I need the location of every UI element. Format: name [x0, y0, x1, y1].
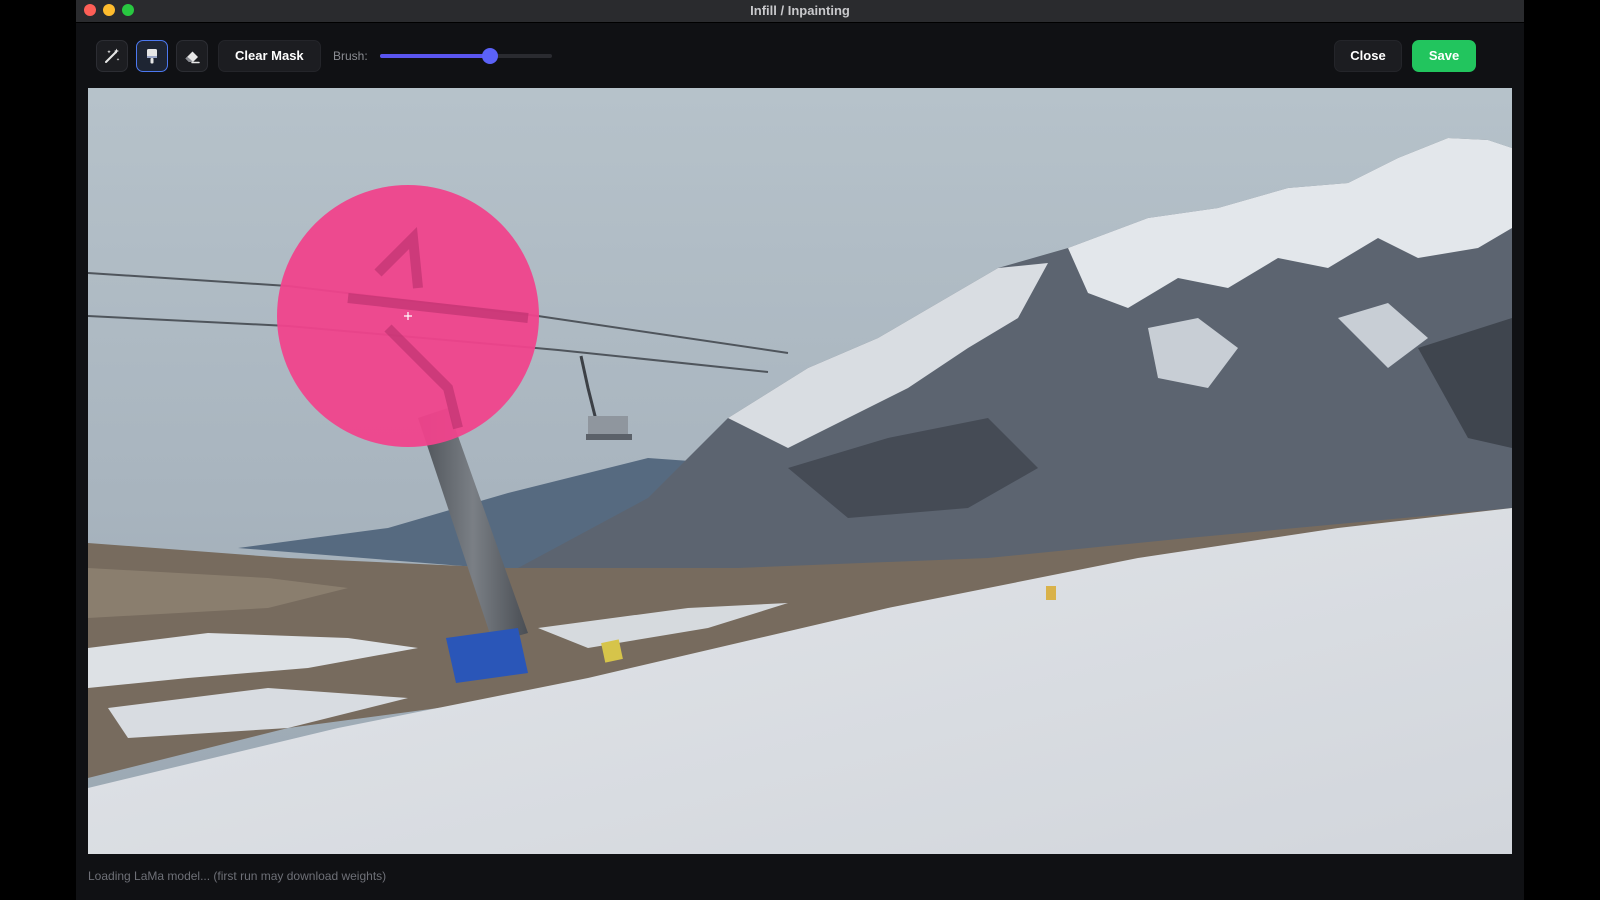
toolbar: Clear Mask Brush: Close Save	[88, 38, 1512, 78]
window-title: Infill / Inpainting	[750, 3, 850, 18]
close-button[interactable]: Close	[1334, 40, 1402, 72]
magic-wand-icon	[105, 48, 120, 63]
eraser-icon	[185, 51, 200, 64]
brush-tool-button[interactable]	[136, 40, 168, 72]
magic-wand-tool-button[interactable]	[96, 40, 128, 72]
slider-thumb[interactable]	[482, 48, 499, 64]
status-text: Loading LaMa model... (first run may dow…	[88, 869, 387, 883]
eraser-tool-button[interactable]	[176, 40, 208, 72]
clear-mask-button[interactable]: Clear Mask	[218, 40, 321, 72]
image-canvas[interactable]	[88, 88, 1512, 854]
brush-size-slider[interactable]	[380, 48, 552, 64]
slider-fill	[380, 54, 491, 58]
ski-slope-photo	[88, 88, 1512, 854]
title-bar: Infill / Inpainting	[76, 0, 1524, 23]
brush-icon	[147, 49, 157, 64]
save-button[interactable]: Save	[1412, 40, 1476, 72]
brush-size-label: Brush:	[333, 49, 368, 63]
inpainting-window: Infill / Inpainting Clear Mask Brush: Cl…	[76, 0, 1524, 900]
